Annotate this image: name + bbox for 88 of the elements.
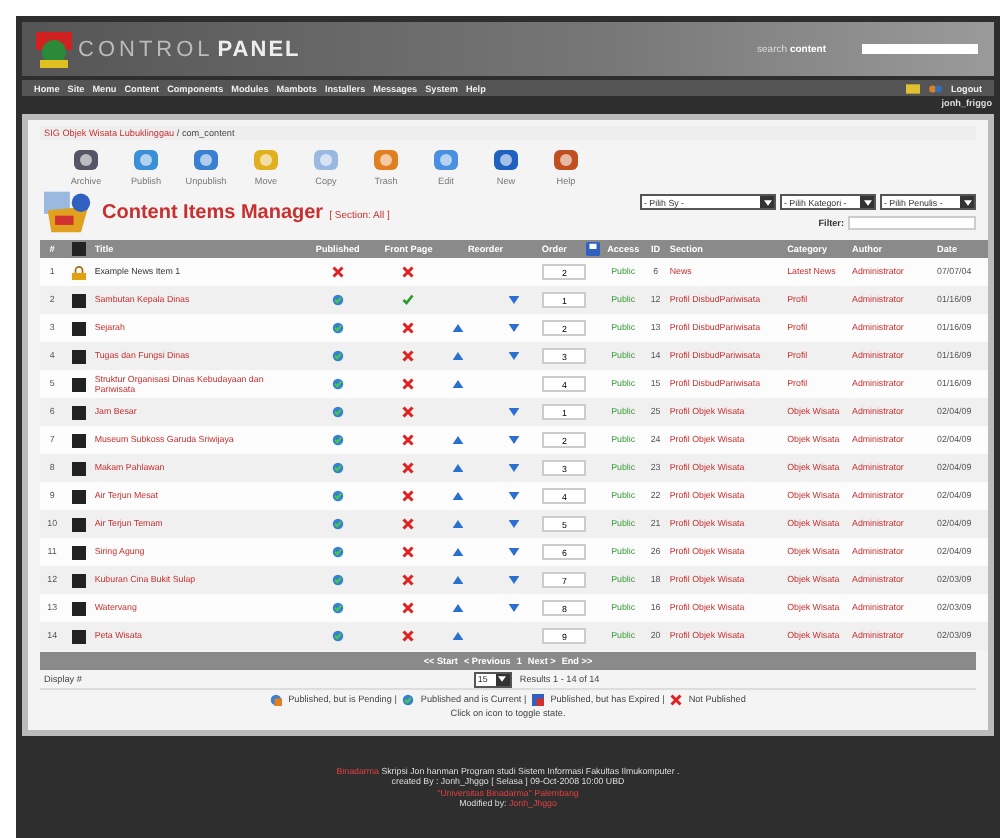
cross-icon[interactable]	[402, 574, 415, 586]
toolbar-icon[interactable]	[70, 144, 102, 176]
cross-icon[interactable]	[402, 350, 415, 362]
caret-icon[interactable]	[763, 199, 771, 205]
logo-text: CONTROL	[78, 37, 214, 61]
move-up-icon[interactable]	[451, 520, 464, 528]
published-icon[interactable]	[331, 294, 344, 306]
move-down-icon[interactable]	[508, 324, 521, 332]
move-down-icon[interactable]	[508, 296, 521, 304]
logo-icon	[34, 29, 74, 69]
move-down-icon[interactable]	[508, 604, 521, 612]
unpublished-icon	[670, 693, 683, 705]
check-icon[interactable]	[402, 294, 415, 306]
move-down-icon[interactable]	[508, 576, 521, 584]
published-icon[interactable]	[331, 630, 344, 642]
move-up-icon[interactable]	[451, 324, 464, 332]
published-icon[interactable]	[331, 434, 344, 446]
cross-icon[interactable]	[402, 546, 415, 558]
checkbox[interactable]	[71, 573, 86, 587]
expired-icon	[532, 693, 545, 705]
published-icon[interactable]	[331, 378, 344, 390]
published-icon[interactable]	[331, 490, 344, 502]
cross-icon[interactable]	[402, 406, 415, 418]
users-icon[interactable]	[928, 83, 943, 93]
cross-icon[interactable]	[402, 602, 415, 614]
published-icon[interactable]	[331, 462, 344, 474]
checkbox[interactable]	[71, 601, 86, 615]
published-icon[interactable]	[331, 406, 344, 418]
unpublished-icon[interactable]	[331, 266, 344, 278]
published-icon[interactable]	[331, 602, 344, 614]
content-manager-icon	[40, 188, 96, 236]
move-down-icon[interactable]	[508, 492, 521, 500]
checkbox[interactable]	[71, 517, 86, 531]
move-up-icon[interactable]	[451, 464, 464, 472]
cross-icon[interactable]	[402, 322, 415, 334]
move-up-icon[interactable]	[451, 548, 464, 556]
move-up-icon[interactable]	[451, 380, 464, 388]
move-up-icon[interactable]	[451, 576, 464, 584]
move-down-icon[interactable]	[508, 408, 521, 416]
logo-text: PANEL	[217, 37, 301, 61]
move-up-icon[interactable]	[451, 436, 464, 444]
filter-field[interactable]	[848, 216, 976, 230]
checkbox[interactable]	[71, 545, 86, 559]
published-icon	[402, 693, 415, 705]
cross-icon[interactable]	[402, 490, 415, 502]
toolbar-icon[interactable]	[490, 144, 522, 176]
caret-icon[interactable]	[498, 676, 507, 682]
move-down-icon[interactable]	[508, 352, 521, 360]
move-down-icon[interactable]	[508, 548, 521, 556]
checkbox[interactable]	[71, 293, 86, 307]
published-icon[interactable]	[331, 518, 344, 530]
square-icon[interactable]	[71, 242, 86, 256]
checkbox[interactable]	[71, 377, 86, 391]
cross-icon[interactable]	[402, 266, 415, 278]
pending-icon	[270, 693, 283, 705]
cross-icon[interactable]	[402, 434, 415, 446]
move-down-icon[interactable]	[508, 464, 521, 472]
published-icon[interactable]	[331, 546, 344, 558]
page-title: Content Items Manager	[102, 201, 324, 223]
caret-icon[interactable]	[963, 199, 971, 205]
checkbox[interactable]	[71, 321, 86, 335]
checkbox[interactable]	[71, 461, 86, 475]
move-down-icon[interactable]	[508, 520, 521, 528]
cross-icon[interactable]	[402, 378, 415, 390]
checkbox[interactable]	[71, 349, 86, 363]
toolbar-icon[interactable]	[130, 144, 162, 176]
move-up-icon[interactable]	[451, 352, 464, 360]
toolbar-icon[interactable]	[430, 144, 462, 176]
checkbox[interactable]	[71, 433, 86, 447]
move-down-icon[interactable]	[508, 436, 521, 444]
search-field[interactable]	[862, 44, 978, 54]
caret-icon[interactable]	[863, 199, 871, 205]
cross-icon[interactable]	[402, 462, 415, 474]
move-up-icon[interactable]	[451, 492, 464, 500]
checkbox[interactable]	[71, 629, 86, 643]
checkbox[interactable]	[71, 405, 86, 419]
published-icon[interactable]	[331, 322, 344, 334]
cross-icon[interactable]	[402, 630, 415, 642]
checkbox[interactable]	[71, 489, 86, 503]
toolbar-icon[interactable]	[550, 144, 582, 176]
cross-icon[interactable]	[402, 518, 415, 530]
messages-icon[interactable]	[906, 83, 921, 93]
move-up-icon[interactable]	[451, 632, 464, 640]
move-up-icon[interactable]	[451, 604, 464, 612]
published-icon[interactable]	[331, 350, 344, 362]
published-icon[interactable]	[331, 574, 344, 586]
save-order-icon[interactable]	[585, 242, 600, 256]
toolbar-icon[interactable]	[190, 144, 222, 176]
